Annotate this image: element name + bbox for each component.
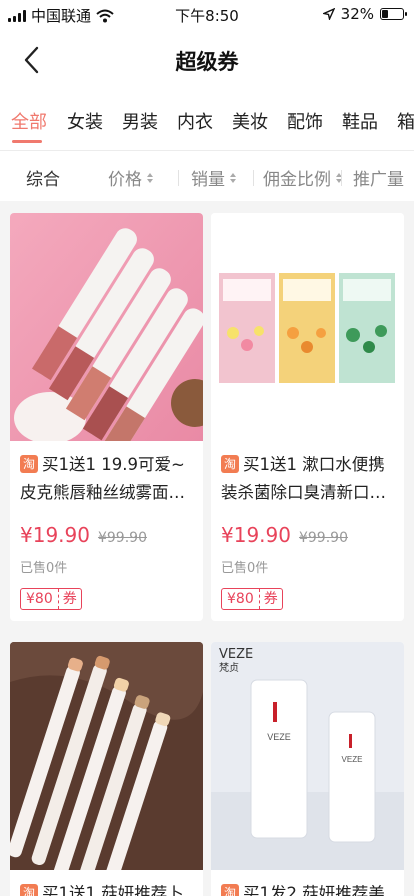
- coupon-tag[interactable]: ¥80 券: [221, 588, 283, 610]
- tabs-divider: [0, 150, 414, 151]
- coupon-label: 券: [57, 589, 81, 609]
- product-original-price: ¥99.90: [97, 530, 147, 546]
- product-title-text: 买1送1 漱口水便携装杀菌除口臭清新口…: [221, 455, 386, 502]
- product-price: ¥19.90: [20, 523, 90, 547]
- sort-arrows-icon: [230, 172, 236, 183]
- location-arrow-icon: [322, 8, 335, 20]
- sort-separator: [341, 170, 342, 186]
- taobao-badge: 淘: [221, 455, 239, 473]
- battery-fill: [382, 10, 389, 18]
- sort-price[interactable]: 价格: [108, 165, 153, 190]
- brand-subname: 梵贞: [219, 663, 239, 674]
- product-title-text: 买1发2 菇妍推荐美: [243, 884, 385, 896]
- sort-label: 推广量: [353, 170, 404, 190]
- product-card[interactable]: 淘买1送1 漱口水便携装杀菌除口臭清新口… ¥19.90 ¥99.90 已售0件…: [211, 213, 404, 621]
- product-image-eyeliner: [10, 642, 203, 870]
- status-right: 32%: [322, 5, 407, 23]
- tab-beauty[interactable]: 美妆: [232, 108, 268, 134]
- tab-accessories[interactable]: 配饰: [287, 108, 323, 134]
- battery-percent: 32%: [340, 5, 374, 23]
- product-image-lip-glaze: [10, 213, 203, 441]
- taobao-badge: 淘: [20, 884, 38, 896]
- status-bar: 中国联通 下午8:50 32%: [0, 0, 414, 30]
- nav-bar: 超级券: [0, 30, 414, 90]
- category-tabs: 全部 女装 男装 内衣 美妆 配饰 鞋品 箱: [0, 96, 414, 148]
- product-sold-count: 已售0件: [20, 561, 68, 576]
- tab-mens[interactable]: 男装: [122, 108, 158, 134]
- svg-text:VEZE: VEZE: [342, 755, 363, 764]
- brand-logo: VEZE 梵贞: [219, 648, 253, 676]
- sort-label: 价格: [108, 170, 142, 190]
- sort-commission[interactable]: 佣金比例: [263, 165, 342, 190]
- product-card[interactable]: 淘买1送1 菇妍推荐卜: [10, 642, 203, 896]
- sort-separator: [253, 170, 254, 186]
- product-title-text: 买1送1 菇妍推荐卜: [42, 884, 184, 896]
- product-original-price: ¥99.90: [298, 530, 348, 546]
- tab-all[interactable]: 全部: [11, 108, 47, 134]
- tab-bags[interactable]: 箱: [397, 108, 414, 134]
- sort-label: 佣金比例: [263, 170, 331, 190]
- brand-name: VEZE: [219, 647, 254, 662]
- battery-icon: [380, 8, 407, 20]
- product-card[interactable]: VEZE VEZE VEZE 梵贞 淘买1发2 菇妍推荐美: [211, 642, 404, 896]
- product-sold-count: 已售0件: [221, 561, 269, 576]
- taobao-badge: 淘: [20, 455, 38, 473]
- product-image-cleanser: VEZE VEZE VEZE 梵贞: [211, 642, 404, 870]
- active-tab-indicator: [12, 140, 42, 143]
- product-title: 淘买1送1 19.9可爱~皮克熊唇釉丝绒雾面…: [20, 451, 193, 507]
- product-price: ¥19.90: [221, 523, 291, 547]
- product-card[interactable]: 淘买1送1 19.9可爱~皮克熊唇釉丝绒雾面… ¥19.90 ¥99.90 已售…: [10, 213, 203, 621]
- svg-text:VEZE: VEZE: [267, 732, 291, 742]
- product-image-mouthwash: [211, 213, 404, 441]
- tab-womens[interactable]: 女装: [67, 108, 103, 134]
- sort-bar: 综合 价格 销量 佣金比例 推广量: [0, 152, 414, 200]
- sort-separator: [178, 170, 179, 186]
- coupon-amount: ¥80: [26, 591, 53, 607]
- coupon-label: 券: [258, 589, 282, 609]
- product-grid: 淘买1送1 19.9可爱~皮克熊唇釉丝绒雾面… ¥19.90 ¥99.90 已售…: [0, 201, 414, 896]
- sort-arrows-icon: [147, 172, 153, 183]
- sort-comprehensive[interactable]: 综合: [26, 165, 60, 190]
- sort-promotion[interactable]: 推广量: [353, 165, 404, 190]
- coupon-tag[interactable]: ¥80 券: [20, 588, 82, 610]
- tab-shoes[interactable]: 鞋品: [342, 108, 378, 134]
- sort-label: 销量: [191, 170, 225, 190]
- sort-sales[interactable]: 销量: [191, 165, 236, 190]
- tab-underwear[interactable]: 内衣: [177, 108, 213, 134]
- product-title: 淘买1送1 菇妍推荐卜: [20, 880, 193, 896]
- sort-label: 综合: [26, 170, 60, 190]
- product-title: 淘买1送1 漱口水便携装杀菌除口臭清新口…: [221, 451, 394, 507]
- page-title: 超级券: [175, 50, 239, 74]
- coupon-amount: ¥80: [227, 591, 254, 607]
- product-title: 淘买1发2 菇妍推荐美: [221, 880, 394, 896]
- taobao-badge: 淘: [221, 884, 239, 896]
- product-title-text: 买1送1 19.9可爱~皮克熊唇釉丝绒雾面…: [20, 455, 185, 502]
